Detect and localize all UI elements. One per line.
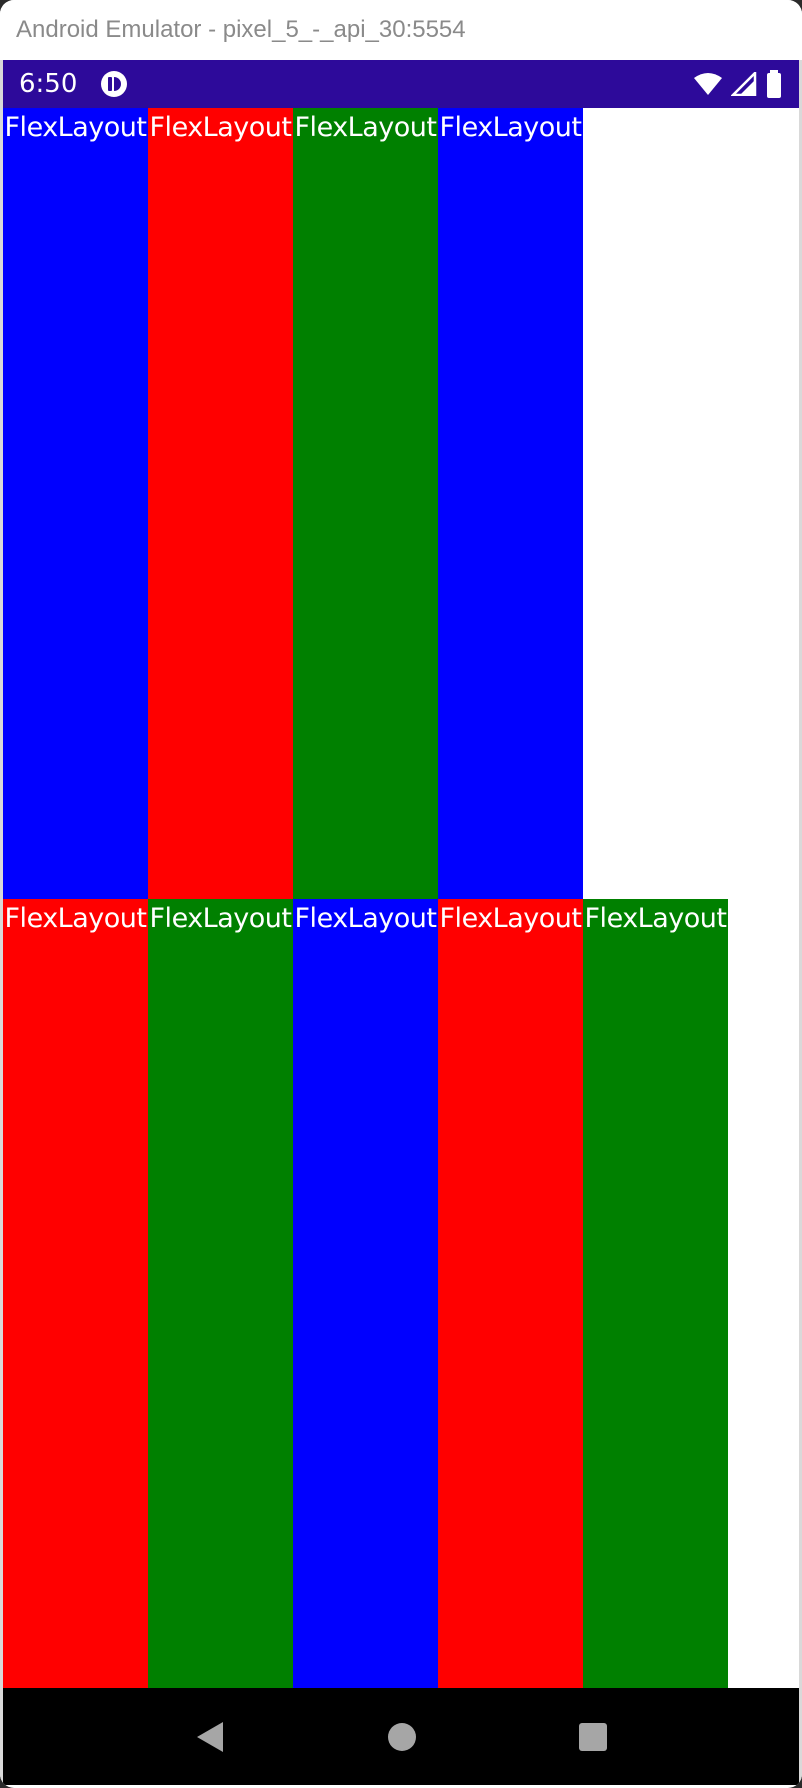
back-icon[interactable]	[193, 1720, 227, 1754]
flex-item: FlexLayout	[148, 108, 293, 899]
cell-signal-icon	[731, 72, 757, 96]
flex-item: FlexLayout	[583, 899, 728, 1688]
flex-item: FlexLayout	[3, 108, 148, 899]
window-title: Android Emulator - pixel_5_-_api_30:5554	[16, 16, 466, 43]
emulator-frame: Android Emulator - pixel_5_-_api_30:5554…	[0, 0, 802, 1788]
status-time: 6:50	[19, 69, 78, 99]
app-notification-icon	[99, 69, 129, 99]
flex-layout-page: FlexLayout FlexLayout FlexLayout FlexLayout…	[3, 108, 799, 1688]
flex-row-1: FlexLayout FlexLayout FlexLayout FlexLayout	[3, 108, 583, 899]
flex-item: FlexLayout	[293, 108, 438, 899]
home-icon[interactable]	[386, 1721, 418, 1753]
flex-item: FlexLayout	[438, 899, 583, 1688]
status-bar: 6:50	[3, 60, 799, 108]
navigation-bar	[3, 1688, 799, 1785]
window-title-bar: Android Emulator - pixel_5_-_api_30:5554	[0, 0, 802, 60]
flex-row-2: FlexLayout FlexLayout FlexLayout FlexLayout…	[3, 899, 728, 1688]
flex-item: FlexLayout	[148, 899, 293, 1688]
wifi-icon	[693, 72, 723, 96]
flex-item: FlexLayout	[293, 899, 438, 1688]
battery-icon	[765, 70, 783, 98]
recents-icon[interactable]	[577, 1721, 609, 1753]
flex-item: FlexLayout	[438, 108, 583, 899]
flex-item: FlexLayout	[3, 899, 148, 1688]
